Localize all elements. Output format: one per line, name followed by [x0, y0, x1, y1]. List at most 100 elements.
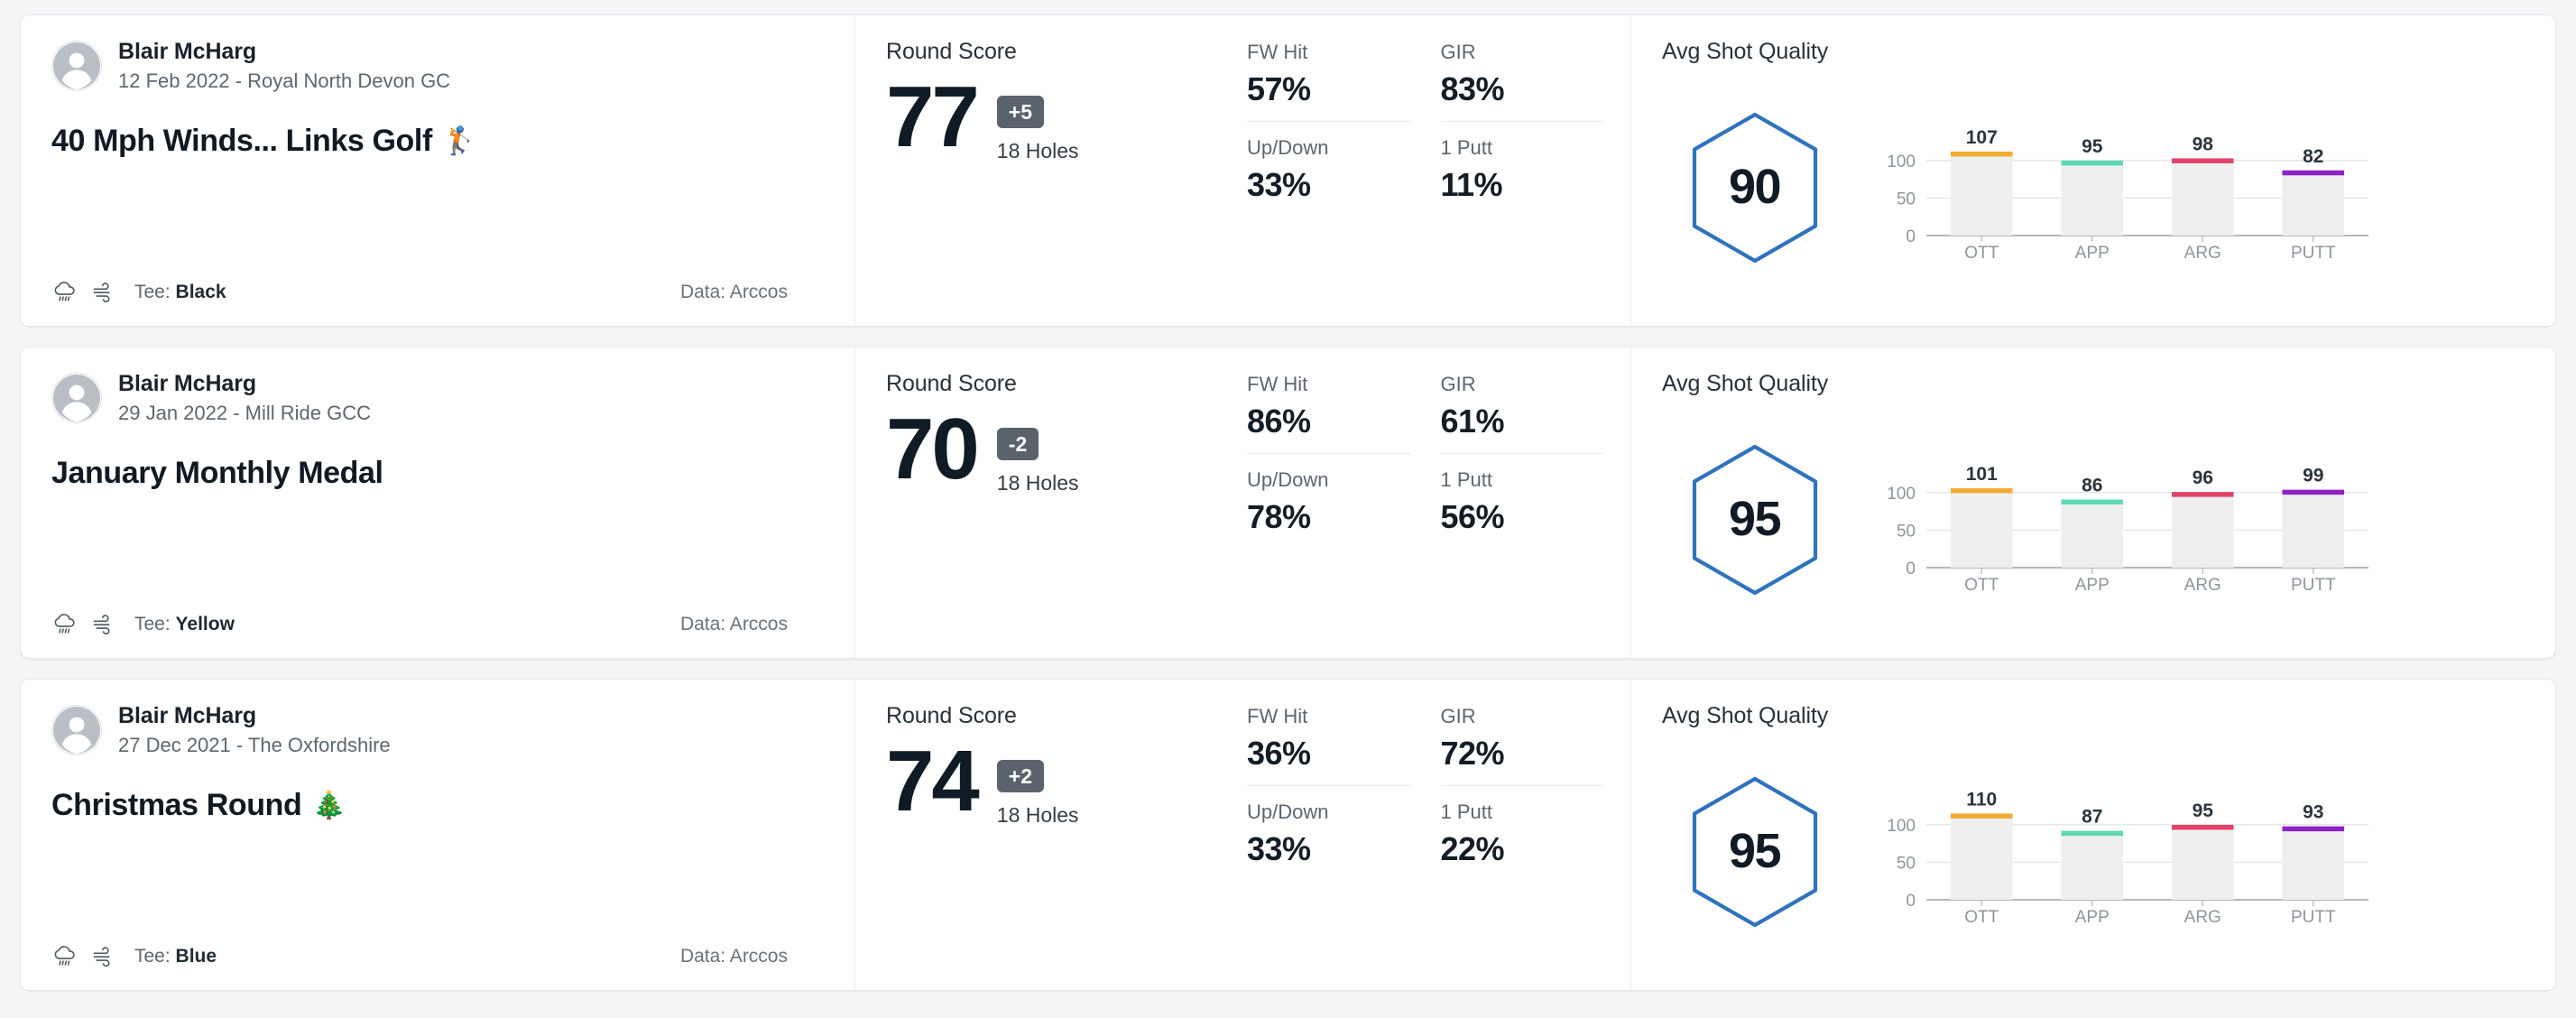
svg-text:OTT: OTT	[1964, 244, 1999, 263]
rain-cloud-icon	[51, 611, 78, 638]
stat-cell: GIR 83%	[1440, 41, 1603, 122]
rain-cloud-icon	[51, 943, 78, 970]
round-footer: Tee: Yellow Data: Arccos	[51, 611, 824, 638]
round-footer: Tee: Black Data: Arccos	[51, 279, 824, 306]
stat-label: GIR	[1440, 705, 1476, 727]
stat-label: FW Hit	[1247, 705, 1308, 727]
stat-value: 86%	[1247, 403, 1311, 440]
svg-text:87: 87	[2082, 806, 2102, 827]
round-title-text: January Monthly Medal	[51, 456, 383, 490]
round-date-course: 29 Jan 2022 - Mill Ride GCC	[118, 402, 372, 424]
tee-info: Tee: Yellow	[134, 614, 235, 635]
svg-text:50: 50	[1897, 190, 1916, 208]
stat-value: 78%	[1247, 498, 1311, 535]
round-date-course: 12 Feb 2022 - Royal North Devon GC	[118, 69, 451, 92]
holes-played: 18 Holes	[996, 139, 1079, 163]
svg-text:110: 110	[1966, 789, 1997, 810]
round-card[interactable]: Blair McHarg 12 Feb 2022 - Royal North De…	[20, 14, 2556, 327]
stat-label: 1 Putt	[1440, 468, 1492, 491]
round-title: 40 Mph Winds... Links Golf 🏌️	[51, 124, 824, 159]
avatar[interactable]	[51, 705, 102, 755]
round-title: January Monthly Medal	[51, 456, 824, 491]
tee-value: Black	[175, 282, 226, 302]
stat-value: 36%	[1247, 735, 1311, 772]
rounds-feed: Blair McHarg 12 Feb 2022 - Royal North De…	[0, 0, 2576, 1018]
avatar[interactable]	[51, 373, 102, 423]
stat-value: 57%	[1247, 70, 1311, 107]
svg-text:100: 100	[1887, 484, 1916, 503]
round-footer: Tee: Blue Data: Arccos	[51, 943, 824, 970]
tee-label: Tee:	[134, 946, 171, 967]
svg-text:ARG: ARG	[2184, 576, 2221, 595]
svg-text:0: 0	[1906, 227, 1916, 246]
stat-cell: Up/Down 33%	[1247, 122, 1410, 204]
round-score-label: Round Score	[886, 703, 1017, 728]
svg-text:82: 82	[2303, 145, 2323, 166]
stat-value: 33%	[1247, 830, 1311, 867]
round-score-value: 70	[886, 401, 980, 497]
round-card[interactable]: Blair McHarg 29 Jan 2022 - Mill Ride GCC J…	[20, 347, 2556, 659]
wind-icon	[91, 611, 118, 638]
svg-text:PUTT: PUTT	[2291, 576, 2336, 595]
svg-text:96: 96	[2193, 467, 2213, 488]
svg-text:50: 50	[1897, 854, 1916, 873]
svg-text:50: 50	[1897, 522, 1916, 541]
round-title-text: 40 Mph Winds... Links Golf	[51, 124, 432, 158]
shot-quality-bar-chart: 0 50 100 101 OTT 86 APP 96 ARG 99 PUTT	[1874, 443, 2528, 597]
shot-quality-bar-chart: 0 50 100 107 OTT 95 APP 98 ARG 82 PUTT	[1874, 111, 2528, 264]
tee-label: Tee:	[134, 282, 171, 302]
svg-text:100: 100	[1887, 152, 1916, 171]
player-name: Blair McHarg	[118, 39, 257, 64]
round-info-panel: Blair McHarg 27 Dec 2021 - The Oxfordshir…	[21, 680, 855, 990]
stat-label: Up/Down	[1247, 468, 1329, 491]
round-score-panel: Round Score 74 +2 18 Holes FW Hit 36% GIR 72% Up…	[855, 680, 1631, 990]
stat-cell: GIR 72%	[1440, 705, 1603, 786]
stat-cell: Up/Down 33%	[1247, 786, 1410, 868]
avatar[interactable]	[51, 41, 102, 91]
player-header: Blair McHarg 29 Jan 2022 - Mill Ride GCC	[51, 371, 824, 425]
shot-quality-panel: Avg Shot Quality 95 0 50 100 101 OTT 86 APP 96 ARG…	[1631, 347, 2555, 658]
svg-text:APP: APP	[2075, 576, 2110, 595]
svg-text:95: 95	[2082, 135, 2103, 156]
svg-text:APP: APP	[2075, 244, 2110, 263]
round-title-emoji: 🎄	[312, 790, 346, 820]
round-title-text: Christmas Round	[51, 788, 302, 822]
shot-quality-hexagon: 95	[1662, 439, 1847, 601]
stat-cell: FW Hit 36%	[1247, 705, 1410, 786]
round-info-panel: Blair McHarg 12 Feb 2022 - Royal North De…	[21, 15, 855, 326]
shot-quality-bar-chart: 0 50 100 110 OTT 87 APP 95 ARG 93 PUTT	[1874, 775, 2528, 929]
holes-played: 18 Holes	[996, 803, 1079, 828]
svg-text:0: 0	[1906, 892, 1916, 911]
round-stats-grid: FW Hit 86% GIR 61% Up/Down 78% 1 Putt 56%	[1247, 371, 1603, 638]
stat-cell: 1 Putt 22%	[1441, 786, 1604, 868]
tee-value: Yellow	[175, 614, 235, 634]
to-par-badge: +5	[996, 96, 1045, 129]
round-info-panel: Blair McHarg 29 Jan 2022 - Mill Ride GCC J…	[21, 347, 855, 658]
shot-quality-hexagon: 95	[1662, 771, 1847, 933]
shot-quality-hexagon: 90	[1662, 106, 1847, 269]
stat-cell: Up/Down 78%	[1247, 454, 1410, 536]
stat-label: 1 Putt	[1440, 801, 1492, 823]
svg-text:95: 95	[2193, 800, 2214, 820]
round-title: Christmas Round 🎄	[51, 788, 824, 823]
tee-value: Blue	[175, 946, 217, 967]
round-score-label: Round Score	[886, 39, 1017, 64]
svg-text:99: 99	[2303, 465, 2323, 486]
round-card[interactable]: Blair McHarg 27 Dec 2021 - The Oxfordshir…	[20, 679, 2556, 991]
stat-cell: FW Hit 57%	[1247, 41, 1410, 122]
svg-text:101: 101	[1966, 463, 1998, 484]
tee-label: Tee:	[134, 614, 171, 634]
data-source-label: Data: Arccos	[679, 946, 788, 967]
rain-cloud-icon	[51, 279, 78, 306]
round-date-course: 27 Dec 2021 - The Oxfordshire	[118, 734, 391, 756]
svg-text:93: 93	[2303, 801, 2323, 822]
svg-text:ARG: ARG	[2184, 244, 2221, 263]
stat-cell: GIR 61%	[1440, 373, 1603, 454]
wind-icon	[91, 943, 118, 970]
stat-label: FW Hit	[1247, 373, 1308, 395]
svg-text:0: 0	[1906, 560, 1916, 578]
stat-value: 61%	[1440, 403, 1505, 440]
stat-label: Up/Down	[1247, 136, 1329, 159]
player-header: Blair McHarg 12 Feb 2022 - Royal North De…	[51, 39, 824, 93]
round-stats-grid: FW Hit 57% GIR 83% Up/Down 33% 1 Putt 11%	[1247, 39, 1603, 306]
